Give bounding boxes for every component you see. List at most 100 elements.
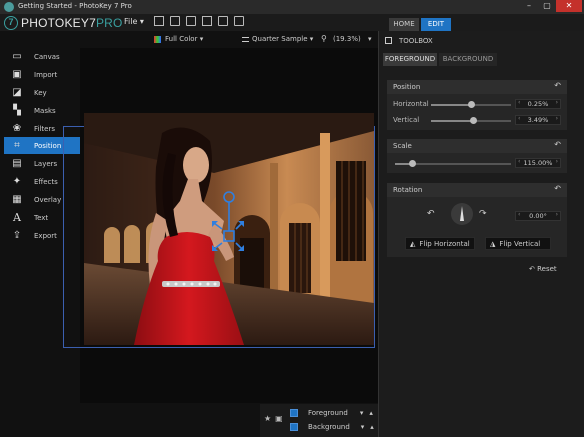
vertical-slider[interactable] <box>431 117 511 124</box>
sidebar-item-label: Import <box>34 70 58 79</box>
sidebar-item-label: Filters <box>34 124 55 133</box>
color-mode-select[interactable]: Full Color ▾ <box>165 35 203 43</box>
layer-background-dropdown[interactable]: ▾ <box>361 423 365 431</box>
sidebar-item-import[interactable]: ▣ Import <box>4 66 80 83</box>
screen-icon[interactable] <box>234 16 244 26</box>
sidebar-item-label: Effects <box>34 177 58 186</box>
scale-slider-knob[interactable] <box>409 160 417 167</box>
scale-value-field[interactable]: ‹ 115.00% › <box>515 158 561 168</box>
window-title: Getting Started - PhotoKey 7 Pro <box>18 2 132 10</box>
reset-icon: ↶ <box>529 265 535 273</box>
position-section: Position ↶ Horizontal ‹ 0.25% › Vertical ‹… <box>387 80 567 130</box>
sidebar-item-label: Position <box>34 141 62 150</box>
toolbar-icons <box>154 16 244 26</box>
sidebar-item-label: Canvas <box>34 52 60 61</box>
toolbox-title: TOOLBOX <box>399 37 433 45</box>
rotate-right-icon[interactable]: ↷ <box>479 209 487 219</box>
logo-suffix: PRO <box>95 16 123 30</box>
layer-foreground-up[interactable]: ▴ <box>369 409 373 417</box>
position-undo-icon[interactable]: ↶ <box>554 81 561 90</box>
foreground-visibility-checkbox[interactable] <box>290 408 298 417</box>
file-menu[interactable]: File ▾ <box>124 17 144 26</box>
scale-section-title: Scale <box>393 142 412 150</box>
overlay-icon: ▦ <box>12 194 22 205</box>
position-section-title: Position <box>393 83 421 91</box>
sidebar-item-masks[interactable]: ▚ Masks <box>4 102 80 119</box>
rotation-value-field[interactable]: ‹ 0.00° › <box>515 211 561 221</box>
tab-foreground[interactable]: FOREGROUND <box>383 53 437 66</box>
minimize-button[interactable]: – <box>520 0 538 12</box>
sidebar-item-label: Overlay <box>34 195 62 204</box>
layer-foreground-dropdown[interactable]: ▾ <box>360 409 364 417</box>
os-title-bar: Getting Started - PhotoKey 7 Pro – ▢ ✕ <box>0 0 584 14</box>
tab-edit[interactable]: EDIT <box>421 18 451 31</box>
horizontal-label: Horizontal <box>393 100 429 108</box>
export-icon: ⇪ <box>12 230 22 241</box>
color-mode-icon <box>154 36 161 43</box>
expand-icon[interactable] <box>385 37 392 44</box>
save-icon[interactable] <box>154 16 164 26</box>
rotate-left-icon[interactable]: ↶ <box>427 209 435 219</box>
share-icon[interactable] <box>186 16 196 26</box>
rotation-undo-icon[interactable]: ↶ <box>554 184 561 193</box>
sidebar-item-label: Text <box>34 213 49 222</box>
print-icon[interactable] <box>170 16 180 26</box>
position-icon: ⌗ <box>14 140 20 151</box>
tab-home[interactable]: HOME <box>389 18 419 31</box>
horizontal-slider-knob[interactable] <box>468 101 475 108</box>
text-icon: A <box>13 211 21 224</box>
app-header: 7 PHOTOKEY7PRO File ▾ HOME EDIT <box>0 14 584 31</box>
horizontal-slider[interactable] <box>431 101 511 108</box>
layer-foreground[interactable]: Foreground ▾ ▴ <box>290 406 373 419</box>
layers-icon: ▤ <box>12 158 22 169</box>
effects-icon: ✦ <box>12 176 22 187</box>
flip-horizontal-button[interactable]: ◭ Flip Horizontal <box>405 237 475 250</box>
layer-background[interactable]: Background ▾ ▴ <box>290 420 374 433</box>
layer-foreground-label: Foreground <box>308 408 348 417</box>
sidebar-item-label: Layers <box>34 159 58 168</box>
scale-undo-icon[interactable]: ↶ <box>554 140 561 149</box>
flip-vertical-button[interactable]: ◮ Flip Vertical <box>485 237 551 250</box>
sample-select[interactable]: Quarter Sample ▾ <box>252 35 313 43</box>
sidebar-item-label: Masks <box>34 106 56 115</box>
layer-bar: ★ ▣ Foreground ▾ ▴ Background ▾ ▴ <box>260 404 378 437</box>
masks-icon: ▚ <box>13 105 21 116</box>
rotation-section: Rotation ↶ ↶ ↷ ‹ 0.00° › ◭ Flip Horizontal … <box>387 183 567 257</box>
rotation-section-title: Rotation <box>393 186 423 194</box>
horizontal-slider-fill <box>431 104 471 106</box>
logo-text: PHOTOKEY7 <box>21 16 96 30</box>
import-icon: ▣ <box>12 69 22 80</box>
zoom-level[interactable]: (19.3%) <box>333 35 361 43</box>
tab-background[interactable]: BACKGROUND <box>439 53 497 66</box>
zoom-icon: ⚲ <box>321 34 327 43</box>
scale-slider[interactable] <box>395 160 511 167</box>
sidebar-item-key[interactable]: ◪ Key <box>4 84 80 101</box>
zoom-dropdown-caret[interactable]: ▾ <box>368 35 372 43</box>
toolbox-panel: TOOLBOX FOREGROUND BACKGROUND Position ↶… <box>378 31 584 437</box>
key-icon: ◪ <box>12 87 22 98</box>
close-button[interactable]: ✕ <box>556 0 582 12</box>
vertical-slider-knob[interactable] <box>469 117 477 124</box>
image-icon[interactable]: ▣ <box>275 414 283 423</box>
email-icon[interactable] <box>202 16 212 26</box>
upload-icon[interactable] <box>218 16 228 26</box>
foreground-photo[interactable] <box>84 113 374 345</box>
layer-background-up[interactable]: ▴ <box>370 423 374 431</box>
maximize-button[interactable]: ▢ <box>538 0 556 12</box>
filters-icon: ❀ <box>12 123 22 134</box>
scale-section: Scale ↶ ‹ 115.00% › <box>387 139 567 173</box>
sidebar-item-label: Export <box>34 231 57 240</box>
app-icon <box>4 2 14 12</box>
vertical-value-field[interactable]: ‹ 3.49% › <box>515 115 561 125</box>
sidebar-item-canvas[interactable]: ▭ Canvas <box>4 48 80 65</box>
horizontal-value-field[interactable]: ‹ 0.25% › <box>515 99 561 109</box>
sidebar-item-label: Key <box>34 88 47 97</box>
canvas-icon: ▭ <box>12 51 22 62</box>
star-icon[interactable]: ★ <box>264 414 271 423</box>
toolbox-header: TOOLBOX <box>379 31 584 51</box>
rotation-dial[interactable] <box>451 203 473 225</box>
reset-button[interactable]: ↶ Reset <box>529 265 557 273</box>
background-visibility-checkbox[interactable] <box>290 422 298 431</box>
vertical-label: Vertical <box>393 116 420 124</box>
view-options-bar: Full Color ▾ Quarter Sample ▾ ⚲ (19.3%) … <box>0 31 378 48</box>
